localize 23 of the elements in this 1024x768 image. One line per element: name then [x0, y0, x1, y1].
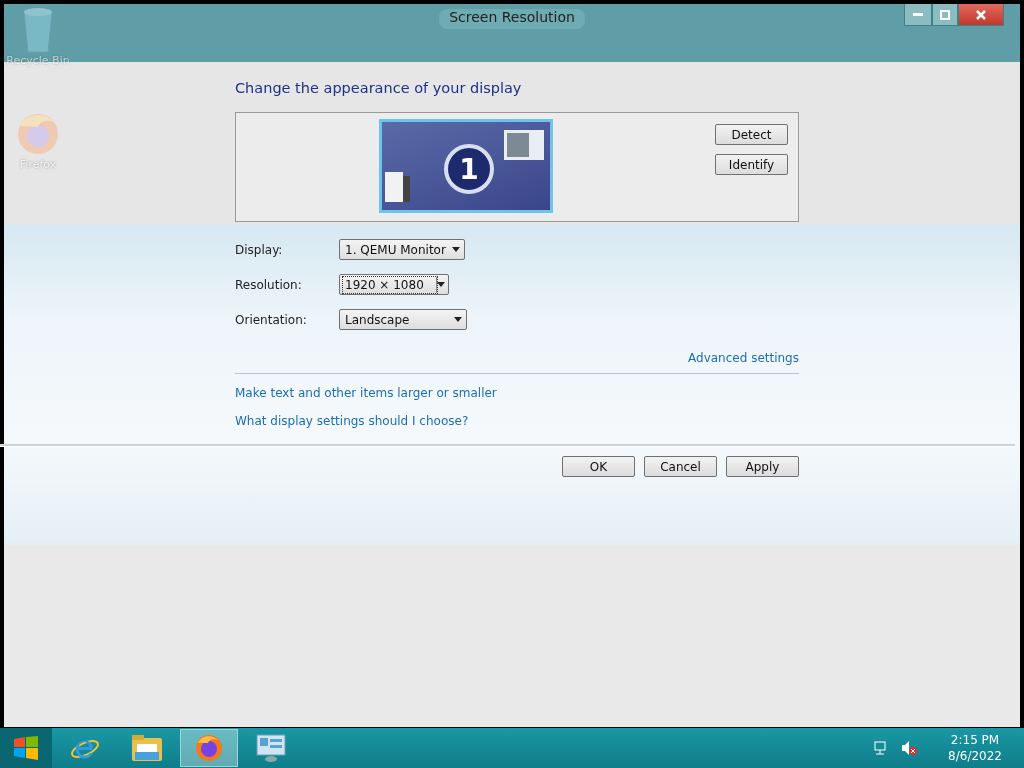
panel-button[interactable]: Identify: [715, 154, 788, 175]
help-link[interactable]: Make text and other items larger or smaller: [235, 386, 497, 400]
field-label: Resolution:: [235, 277, 303, 292]
page-heading: Change the appearance of your display: [235, 80, 523, 98]
dialog-button[interactable]: OK: [562, 456, 635, 477]
dropdown-value: Landscape: [344, 311, 411, 328]
dropdown[interactable]: Landscape: [339, 309, 467, 330]
field-label: Orientation:: [235, 312, 308, 327]
window-title: Screen Resolution: [439, 9, 585, 29]
dialog-button[interactable]: Cancel: [644, 456, 717, 477]
monitor-number: 1: [444, 144, 494, 194]
clock-date[interactable]: 8/6/2022: [948, 748, 1002, 764]
panel-button[interactable]: Detect: [715, 124, 788, 145]
dropdown-value: 1. QEMU Monitor: [344, 241, 447, 258]
help-link[interactable]: What display settings should I choose?: [235, 414, 469, 428]
dialog-button[interactable]: Apply: [726, 456, 799, 477]
monitor-tile[interactable]: 1: [379, 119, 553, 213]
advanced-settings-link[interactable]: Advanced settings: [688, 351, 799, 365]
dropdown-value: 1920 × 1080: [343, 276, 437, 293]
clock-time[interactable]: 2:15 PM: [950, 732, 1000, 748]
dropdown[interactable]: 1920 × 1080: [339, 274, 449, 295]
dropdown[interactable]: 1. QEMU Monitor: [339, 239, 465, 260]
field-label: Display:: [235, 242, 284, 257]
